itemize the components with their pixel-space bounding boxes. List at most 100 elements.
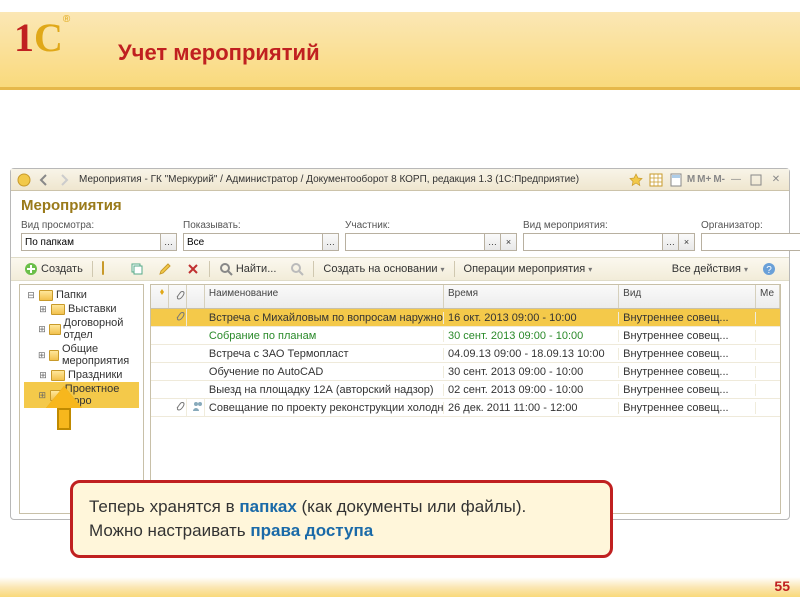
filter-view-input[interactable]	[21, 233, 161, 251]
filter-participant-input[interactable]	[345, 233, 485, 251]
cell-time: 30 сент. 2013 09:00 - 10:00	[444, 366, 619, 378]
tree-item[interactable]: ⊞ Общие мероприятия	[24, 342, 139, 368]
grid-header: Наименование Время Вид Ме	[151, 285, 780, 309]
m-plus-button[interactable]: M+	[697, 174, 711, 185]
app-icon	[17, 173, 31, 187]
callout-box: Теперь хранятся в папках (как документы …	[70, 480, 613, 558]
table-row[interactable]: Собрание по планам30 сент. 2013 09:00 - …	[151, 327, 780, 345]
create-based-button[interactable]: Создать на основании	[318, 262, 449, 276]
cell-type: Внутреннее совещ...	[619, 384, 756, 396]
help-button[interactable]: ?	[757, 261, 781, 277]
callout-text-3: Можно настраивать	[89, 521, 250, 540]
cell-time: 04.09.13 09:00 - 18.09.13 10:00	[444, 348, 619, 360]
col-attach[interactable]	[169, 285, 187, 308]
filter-show-ellipsis[interactable]: …	[323, 233, 339, 251]
titlebar: Мероприятия - ГК "Меркурий" / Администра…	[11, 169, 789, 191]
operations-button[interactable]: Операции мероприятия	[459, 262, 598, 276]
expand-icon[interactable]: ⊞	[38, 350, 46, 361]
col-name[interactable]: Наименование	[205, 285, 444, 308]
minimize-icon[interactable]: —	[729, 173, 743, 187]
window-title: Мероприятия - ГК "Меркурий" / Администра…	[73, 174, 627, 185]
find-label: Найти...	[236, 263, 277, 275]
cell-name: Встреча с ЗАО Термопласт	[205, 348, 444, 360]
cell-users	[187, 399, 205, 416]
filter-participant-ellipsis[interactable]: …	[485, 233, 501, 251]
expand-icon[interactable]: ⊞	[38, 304, 48, 315]
tree-item[interactable]: ⊞ Выставки	[24, 302, 139, 316]
filter-participant-clear[interactable]: ×	[501, 233, 517, 251]
favorite-icon[interactable]	[629, 173, 643, 187]
copy-button[interactable]	[125, 261, 149, 277]
filter-participant-label: Участник:	[345, 220, 517, 231]
new-folder-button[interactable]	[97, 261, 121, 277]
col-time[interactable]: Время	[444, 285, 619, 308]
find-button[interactable]: Найти...	[214, 261, 282, 277]
page-number: 55	[774, 578, 790, 594]
col-users[interactable]	[187, 285, 205, 308]
maximize-icon[interactable]	[749, 173, 763, 187]
slide-title: Учет мероприятий	[118, 40, 320, 66]
delete-button[interactable]	[181, 261, 205, 277]
cell-type: Внутреннее совещ...	[619, 348, 756, 360]
cell-attach	[169, 399, 187, 416]
cell-name: Выезд на площадку 12А (авторский надзор)	[205, 384, 444, 396]
m-button[interactable]: M	[687, 174, 695, 185]
cell-time: 02 сент. 2013 09:00 - 10:00	[444, 384, 619, 396]
create-based-label: Создать на основании	[323, 263, 437, 275]
table-row[interactable]: Совещание по проекту реконструкции холод…	[151, 399, 780, 417]
all-actions-button[interactable]: Все действия	[667, 262, 753, 276]
table-row[interactable]: Встреча с Михайловым по вопросам наружно…	[151, 309, 780, 327]
cell-name: Встреча с Михайловым по вопросам наружно…	[205, 312, 444, 324]
folder-icon	[49, 350, 59, 361]
logo-1c: 1C®	[14, 14, 78, 72]
tree-item-label: Праздники	[68, 369, 122, 381]
tree-item-label: Договорной отдел	[64, 317, 137, 341]
expand-icon[interactable]: ⊞	[38, 370, 48, 381]
tree-item[interactable]: ⊞ Договорной отдел	[24, 316, 139, 342]
table-row[interactable]: Выезд на площадку 12А (авторский надзор)…	[151, 381, 780, 399]
cell-name: Совещание по проекту реконструкции холод…	[205, 402, 444, 414]
expand-icon[interactable]: ⊞	[38, 324, 46, 335]
create-button[interactable]: Создать	[19, 261, 88, 277]
clear-find-button[interactable]	[285, 261, 309, 277]
col-flag[interactable]	[151, 285, 169, 308]
col-type[interactable]: Вид	[619, 285, 756, 308]
tree-item[interactable]: ⊞ Праздники	[24, 368, 139, 382]
calc-icon[interactable]	[669, 173, 683, 187]
col-me[interactable]: Ме	[756, 285, 780, 308]
plus-icon	[24, 262, 38, 276]
filter-view-ellipsis[interactable]: …	[161, 233, 177, 251]
table-row[interactable]: Обучение по AutoCAD30 сент. 2013 09:00 -…	[151, 363, 780, 381]
edit-button[interactable]	[153, 261, 177, 277]
filter-show-label: Показывать:	[183, 220, 339, 231]
callout-keyword-2: права доступа	[250, 521, 373, 540]
folder-icon	[51, 370, 65, 381]
grid-icon[interactable]	[649, 173, 663, 187]
back-icon[interactable]	[37, 173, 51, 187]
filter-organizer-input[interactable]	[701, 233, 800, 251]
filter-type-clear[interactable]: ×	[679, 233, 695, 251]
cell-name: Обучение по AutoCAD	[205, 366, 444, 378]
forward-icon[interactable]	[57, 173, 71, 187]
filter-type-ellipsis[interactable]: …	[663, 233, 679, 251]
tree-item-label: Выставки	[68, 303, 117, 315]
cell-type: Внутреннее совещ...	[619, 330, 756, 342]
app-window: Мероприятия - ГК "Меркурий" / Администра…	[10, 168, 790, 520]
close-icon[interactable]: ✕	[769, 173, 783, 187]
folder-icon	[49, 324, 61, 335]
all-actions-label: Все действия	[672, 263, 741, 275]
m-minus-button[interactable]: M-	[713, 174, 725, 185]
cell-type: Внутреннее совещ...	[619, 366, 756, 378]
callout-text-1: Теперь хранятся в	[89, 497, 239, 516]
create-label: Создать	[41, 263, 83, 275]
collapse-icon[interactable]: ⊟	[26, 290, 36, 301]
cell-time: 16 окт. 2013 09:00 - 10:00	[444, 312, 619, 324]
filter-show-input[interactable]	[183, 233, 323, 251]
tree-item-label: Общие мероприятия	[62, 343, 137, 367]
tree-root[interactable]: ⊟ Папки	[24, 288, 139, 302]
operations-label: Операции мероприятия	[464, 263, 586, 275]
table-row[interactable]: Встреча с ЗАО Термопласт04.09.13 09:00 -…	[151, 345, 780, 363]
cell-type: Внутреннее совещ...	[619, 312, 756, 324]
filter-type-input[interactable]	[523, 233, 663, 251]
tree-root-label: Папки	[56, 289, 87, 301]
